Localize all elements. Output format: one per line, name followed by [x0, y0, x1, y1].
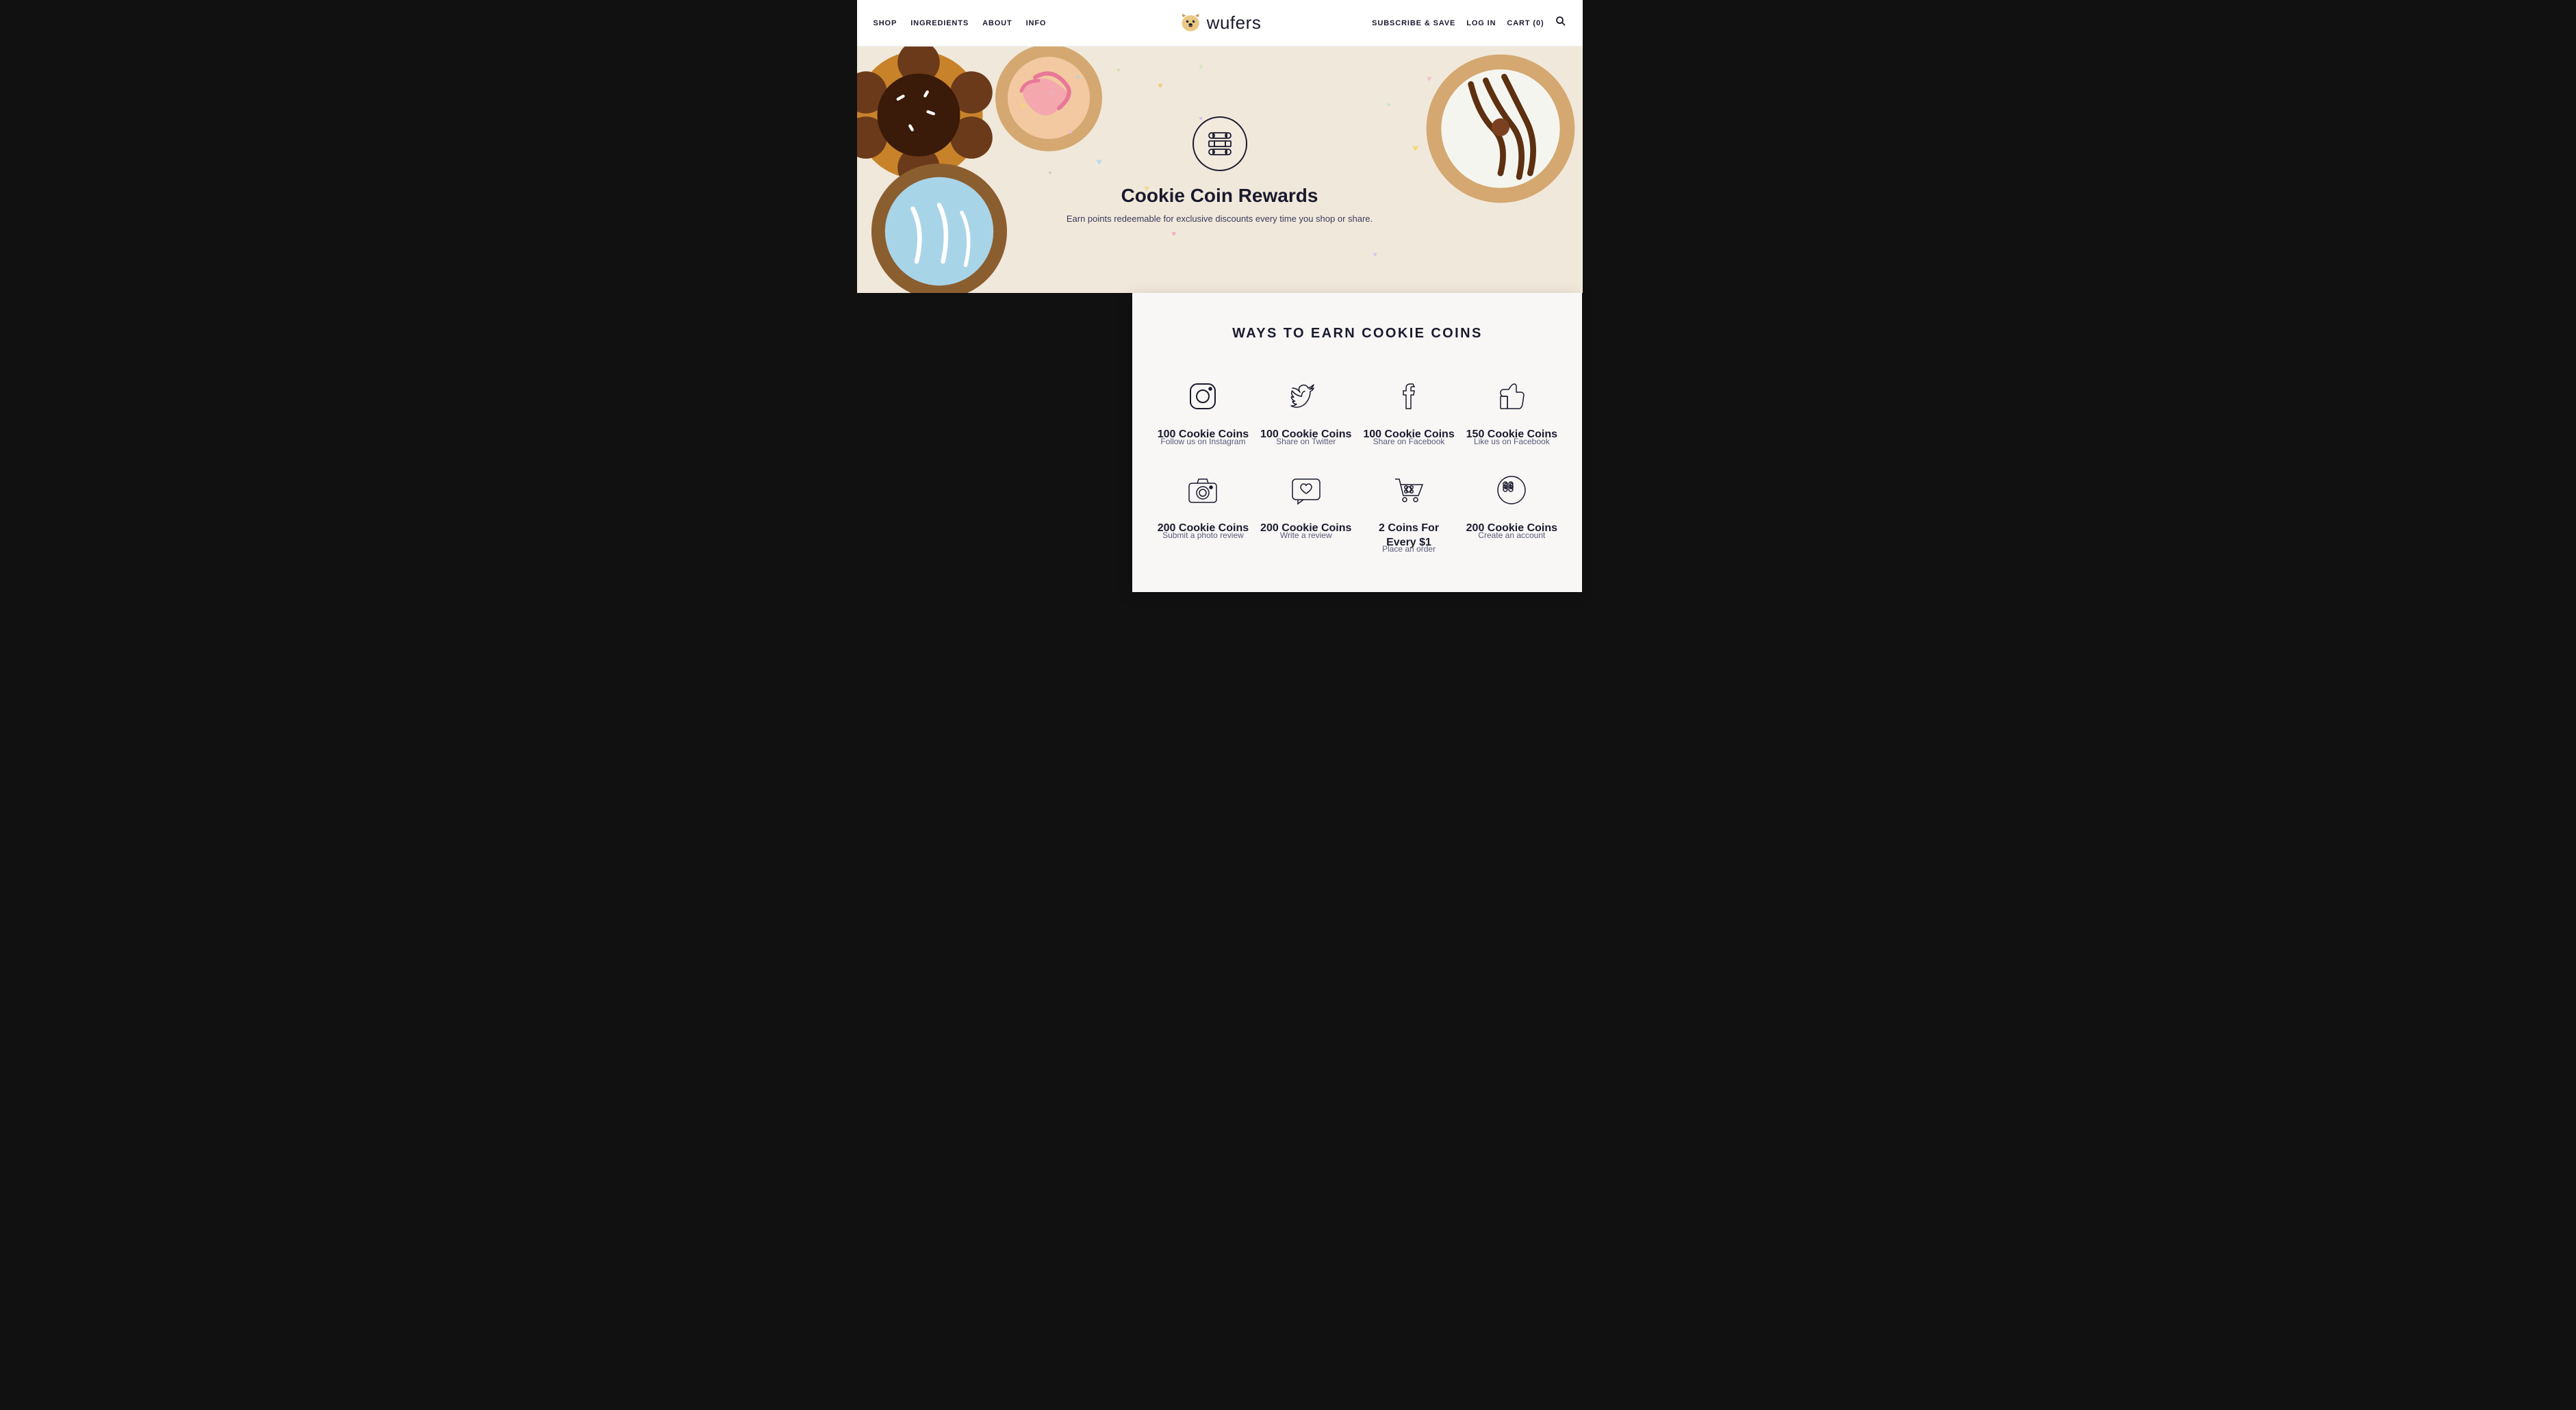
bone-svg-icon	[1205, 129, 1235, 159]
bottom-area: WAYS TO EARN COOKIE COINS 100 Cookie Coi…	[857, 293, 1583, 592]
reward-photo-review: 200 Cookie Coins Submit a photo review	[1157, 468, 1249, 554]
reward-facebook-like: 150 Cookie Coins Like us on Facebook	[1466, 374, 1557, 446]
reward-icon-cookie	[1490, 468, 1533, 512]
reward-write-review: 200 Cookie Coins Write a review	[1260, 468, 1352, 554]
reward-desc-account: Create an account	[1466, 530, 1557, 540]
search-button[interactable]	[1555, 16, 1566, 30]
reward-icon-heart-message	[1284, 468, 1328, 512]
nav-cart[interactable]: CART (0)	[1507, 19, 1544, 27]
reward-facebook-share: 100 Cookie Coins Share on Facebook	[1363, 374, 1455, 446]
nav-ingredients[interactable]: INGREDIENTS	[910, 19, 969, 27]
main-container: SHOP INGREDIENTS ABOUT INFO	[857, 0, 1583, 592]
nav-about[interactable]: ABOUT	[982, 19, 1012, 27]
hero-content: Cookie Coin Rewards Earn points redeemab…	[1067, 116, 1373, 224]
reward-icon-cart	[1387, 468, 1431, 512]
reward-desc-facebook-share: Share on Facebook	[1363, 437, 1454, 446]
reward-icon-twitter	[1284, 374, 1328, 418]
heart-message-icon	[1288, 472, 1324, 508]
cart-icon	[1391, 472, 1427, 508]
reward-place-order: 2 Coins For Every $1 Place an order	[1363, 468, 1455, 554]
reward-desc-facebook-like: Like us on Facebook	[1466, 437, 1557, 446]
hero-title: Cookie Coin Rewards	[1067, 185, 1373, 207]
reward-icon-thumbsup	[1490, 374, 1533, 418]
reward-instagram: 100 Cookie Coins Follow us on Instagram	[1157, 374, 1249, 446]
rewards-section-title: WAYS TO EARN COOKIE COINS	[1157, 326, 1557, 342]
camera-icon	[1185, 472, 1221, 508]
dog-logo-icon	[1178, 11, 1203, 36]
facebook-icon	[1391, 379, 1427, 414]
twitter-icon	[1288, 379, 1324, 414]
reward-icon-camera	[1181, 468, 1225, 512]
reward-icon-instagram	[1181, 374, 1225, 418]
reward-desc-instagram: Follow us on Instagram	[1158, 437, 1249, 446]
nav-info[interactable]: INFO	[1026, 19, 1047, 27]
rewards-grid: 100 Cookie Coins Follow us on Instagram …	[1157, 374, 1557, 554]
side-dark-panel	[857, 293, 1133, 592]
rewards-card: WAYS TO EARN COOKIE COINS 100 Cookie Coi…	[1132, 293, 1582, 592]
hero-section: ♥ ♥ ♥ ♥ ♥ ♥ ♥ ♥ ♥ ♥ ♥ ♥ ♥ ♥ ♥ ♥	[857, 47, 1583, 293]
reward-twitter: 100 Cookie Coins Share on Twitter	[1260, 374, 1352, 446]
reward-desc-order: Place an order	[1363, 544, 1455, 554]
nav-shop[interactable]: SHOP	[873, 19, 897, 27]
cookie-icon	[1494, 472, 1529, 508]
reward-desc-photo: Submit a photo review	[1158, 530, 1249, 540]
nav-right: SUBSCRIBE & SAVE LOG IN CART (0)	[1372, 16, 1566, 30]
nav-subscribe[interactable]: SUBSCRIBE & SAVE	[1372, 19, 1455, 27]
instagram-icon	[1185, 379, 1221, 414]
hero-subtitle: Earn points redeemable for exclusive dis…	[1067, 214, 1373, 224]
reward-icon-facebook	[1387, 374, 1431, 418]
site-header: SHOP INGREDIENTS ABOUT INFO	[857, 0, 1583, 47]
nav-left: SHOP INGREDIENTS ABOUT INFO	[873, 19, 1047, 27]
logo-text: wufers	[1207, 12, 1262, 34]
nav-login[interactable]: LOG IN	[1466, 19, 1496, 27]
search-icon	[1555, 16, 1566, 27]
site-logo[interactable]: wufers	[1178, 11, 1262, 36]
reward-create-account: 200 Cookie Coins Create an account	[1466, 468, 1557, 554]
thumbsup-icon	[1494, 379, 1529, 414]
cookie-bone-icon	[1193, 116, 1247, 171]
